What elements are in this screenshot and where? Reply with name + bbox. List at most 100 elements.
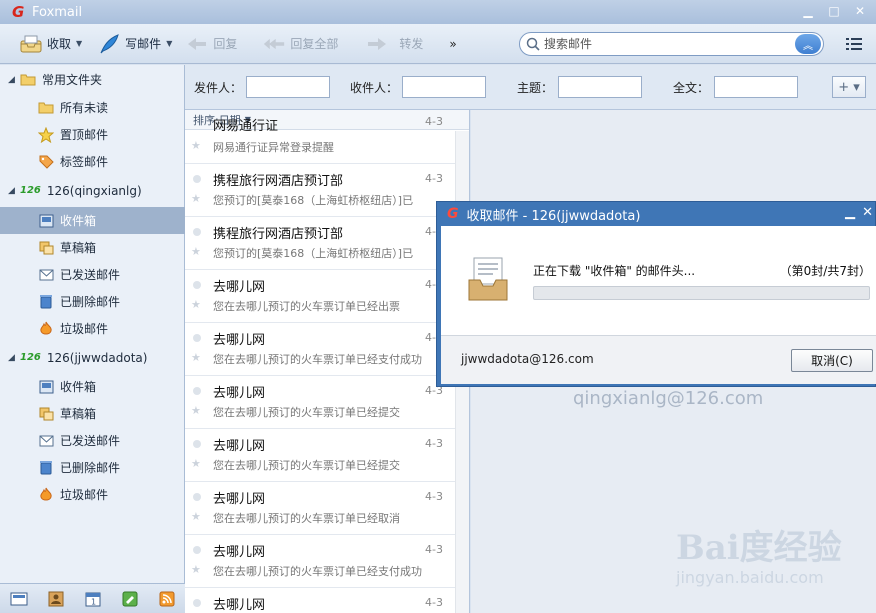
flame-icon — [38, 487, 54, 503]
receive-mail-dialog: G 收取邮件 - 126(jjwwdadota) ▁ ✕ 正在下载 "收件箱" … — [436, 201, 876, 387]
chevron-down-icon[interactable]: ▼ — [76, 39, 82, 48]
sidebar-item-tagged[interactable]: 标签邮件 — [0, 148, 185, 175]
expand-arrow-icon[interactable]: ◢ — [8, 186, 20, 196]
sender-filter-input[interactable] — [246, 76, 330, 98]
list-item[interactable]: 去哪儿网 4-3 ★ 您在去哪儿预订的火车票订单已经提交 — [185, 429, 455, 482]
notes-icon[interactable] — [121, 591, 139, 607]
search-options-icon[interactable]: ︽ — [795, 34, 821, 54]
download-status-text: 正在下载 "收件箱" 的邮件头... — [533, 264, 696, 278]
list-item[interactable]: 去哪儿网 4-3 — [185, 588, 455, 613]
fulltext-filter-label: 全文： — [673, 81, 710, 95]
sidebar-item-deleted[interactable]: 已删除邮件 — [0, 288, 185, 315]
star-icon[interactable]: ★ — [191, 563, 201, 576]
forward-button[interactable]: 转发 — [360, 29, 429, 59]
list-item[interactable]: 去哪儿网 4-3 ★ 您在去哪儿预订的火车票订单已经支付成功 — [185, 535, 455, 588]
app-title: Foxmail — [32, 4, 83, 20]
common-folder-group[interactable]: ◢ 常用文件夹 — [0, 66, 185, 93]
sidebar-item-drafts[interactable]: 草稿箱 — [0, 234, 185, 261]
dialog-account-email: jjwwdadota@126.com — [461, 352, 594, 366]
fulltext-filter-input[interactable] — [714, 76, 798, 98]
close-icon[interactable]: ✕ — [850, 2, 870, 20]
account-node-qingxianlg[interactable]: ◢ 126 126(qingxianlg) — [0, 177, 185, 204]
sidebar-bottom-bar: 1 — [0, 583, 185, 613]
sidebar-item-label: 所有未读 — [60, 101, 109, 115]
sent-mail-icon — [38, 267, 54, 283]
mail-sender: 去哪儿网 — [213, 598, 266, 613]
star-icon[interactable]: ★ — [191, 404, 201, 417]
reply-button[interactable]: 回复 — [180, 29, 243, 59]
mail-date: 4-3 — [425, 437, 443, 450]
folder-icon — [38, 100, 54, 116]
star-icon[interactable]: ★ — [191, 139, 201, 152]
star-icon[interactable]: ★ — [191, 510, 201, 523]
mail-subject: 您在去哪儿预订的火车票订单已经取消 — [213, 512, 400, 525]
mail-sender: 去哪儿网 — [213, 545, 266, 560]
sent-mail-icon — [38, 433, 54, 449]
add-filter-button[interactable]: + ▾ — [832, 76, 866, 98]
expand-arrow-icon[interactable]: ◢ — [8, 75, 20, 85]
mail-subject: 您预订的[莫泰168（上海虹桥枢纽店）]已 — [213, 247, 414, 260]
mail-sender: 去哪儿网 — [213, 386, 266, 401]
unread-dot-icon — [193, 546, 201, 554]
sidebar-item-label: 垃圾邮件 — [60, 488, 109, 502]
mail-view-icon[interactable] — [10, 591, 28, 607]
sidebar-item-label: 置顶邮件 — [60, 128, 109, 142]
minimize-icon[interactable]: ▁ — [845, 205, 855, 220]
maximize-icon[interactable]: □ — [824, 2, 844, 20]
reply-all-button[interactable]: 回复全部 — [257, 29, 344, 59]
list-item[interactable]: 去哪儿网 4-3 ★ 您在去哪儿预订的火车票订单已经提交 — [185, 376, 455, 429]
cancel-button[interactable]: 取消(C) — [791, 349, 873, 372]
list-item[interactable]: 网易通行证 4-3 ★ 网易通行证异常登录提醒 — [185, 110, 455, 164]
list-item[interactable]: 携程旅行网酒店预订部 4-3 ★ 您预订的[莫泰168（上海虹桥枢纽店）]已 — [185, 217, 455, 270]
star-icon[interactable]: ★ — [191, 457, 201, 470]
watermark-logo: Bai度经验 — [676, 528, 842, 568]
account-name: 126(qingxianlg) — [46, 183, 142, 198]
calendar-icon[interactable]: 1 — [84, 591, 102, 607]
sidebar-item-all-unread[interactable]: 所有未读 — [0, 94, 185, 121]
sidebar-item-inbox[interactable]: 收件箱 — [0, 207, 185, 234]
current-account-email: qingxianlg@126.com — [573, 388, 764, 409]
subject-filter-label: 主题： — [517, 81, 554, 95]
list-item[interactable]: 携程旅行网酒店预订部 4-3 ★ 您预订的[莫泰168（上海虹桥枢纽店）]已 — [185, 164, 455, 217]
list-item[interactable]: 去哪儿网 4-3 ★ 您在去哪儿预订的火车票订单已经支付成功 — [185, 323, 455, 376]
unread-dot-icon — [193, 228, 201, 236]
compose-button[interactable]: 写邮件 ▼ — [92, 29, 178, 59]
search-input[interactable] — [544, 34, 795, 54]
recipient-filter-input[interactable] — [402, 76, 486, 98]
expand-arrow-icon[interactable]: ◢ — [8, 353, 20, 363]
close-icon[interactable]: ✕ — [862, 205, 873, 220]
subject-filter-input[interactable] — [558, 76, 642, 98]
sidebar-item-deleted[interactable]: 已删除邮件 — [0, 454, 185, 481]
receive-button[interactable]: 收取 ▼ — [14, 29, 88, 59]
dialog-content: 正在下载 "收件箱" 的邮件头... （第0封/共7封） — [441, 226, 876, 336]
hamburger-menu-icon[interactable] — [844, 35, 864, 53]
list-item[interactable]: 去哪儿网 4-3 ★ 您在去哪儿预订的火车票订单已经出票 — [185, 270, 455, 323]
star-icon[interactable]: ★ — [191, 192, 201, 205]
minimize-icon[interactable]: ▁ — [798, 2, 818, 20]
contacts-icon[interactable] — [47, 591, 65, 607]
reply-label: 回复 — [213, 37, 238, 51]
sidebar-item-inbox[interactable]: 收件箱 — [0, 373, 185, 400]
mail-sender: 去哪儿网 — [213, 280, 266, 295]
sidebar-item-junk[interactable]: 垃圾邮件 — [0, 481, 185, 508]
sidebar-item-pinned[interactable]: 置顶邮件 — [0, 121, 185, 148]
sidebar-item-sent[interactable]: 已发送邮件 — [0, 427, 185, 454]
star-icon[interactable]: ★ — [191, 351, 201, 364]
mail-date: 4-3 — [425, 115, 443, 128]
sidebar-item-drafts[interactable]: 草稿箱 — [0, 400, 185, 427]
forward-arrow-icon — [366, 34, 388, 54]
drafts-icon — [38, 406, 54, 422]
foxmail-logo-icon: G — [447, 206, 459, 222]
star-icon[interactable]: ★ — [191, 245, 201, 258]
chevron-down-icon[interactable]: ▼ — [166, 39, 172, 48]
sidebar-item-junk[interactable]: 垃圾邮件 — [0, 315, 185, 342]
search-icon — [526, 37, 540, 51]
mail126-logo-icon: 126 — [20, 352, 41, 363]
sidebar-item-sent[interactable]: 已发送邮件 — [0, 261, 185, 288]
star-icon[interactable]: ★ — [191, 298, 201, 311]
list-item[interactable]: 去哪儿网 4-3 ★ 您在去哪儿预订的火车票订单已经取消 — [185, 482, 455, 535]
account-node-jjwwdadota[interactable]: ◢ 126 126(jjwwdadota) — [0, 344, 185, 371]
more-tools-button[interactable]: » — [443, 29, 462, 59]
mail-subject: 网易通行证异常登录提醒 — [213, 141, 334, 154]
rss-feed-icon[interactable] — [158, 591, 176, 607]
